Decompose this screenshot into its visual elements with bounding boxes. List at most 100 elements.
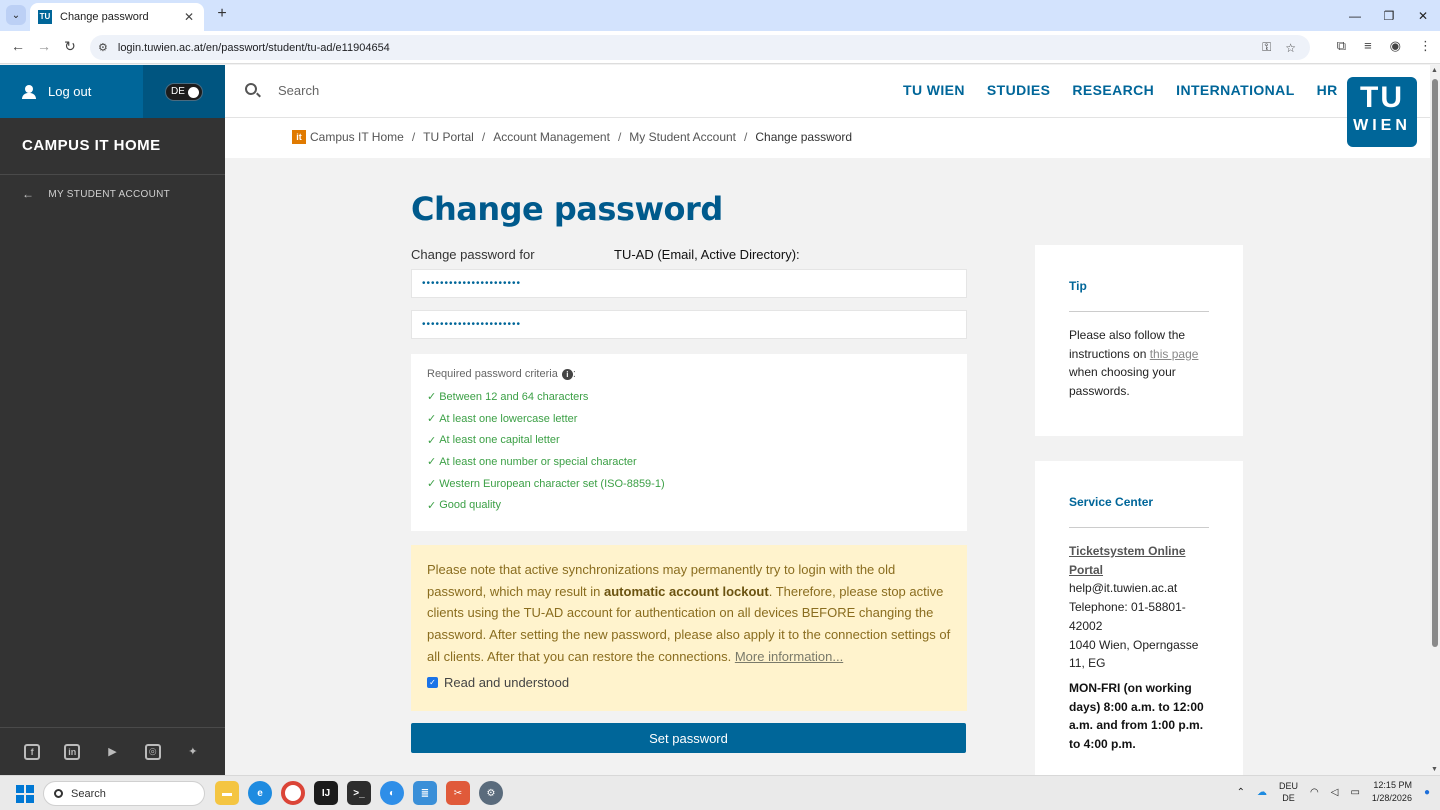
reload-icon[interactable]: ↻ [60,38,80,55]
url-text[interactable]: login.tuwien.ac.at/en/passwort/student/t… [118,42,1262,54]
nav-tu-wien[interactable]: TU WIEN [903,82,965,98]
facebook-icon[interactable]: f [24,743,41,760]
nav-hr[interactable]: HR [1317,82,1338,98]
browser-tab[interactable]: TU Change password ✕ [30,3,204,31]
browser-menu-icon[interactable]: ⋮ [1419,38,1432,54]
battery-icon[interactable]: ▭ [1350,787,1359,798]
scroll-up-icon[interactable]: ▲ [1431,67,1438,74]
onedrive-icon[interactable]: ☁ [1257,787,1267,798]
profile-icon[interactable]: ◉ [1390,38,1401,54]
close-window-icon[interactable]: ✕ [1406,0,1440,31]
scroll-down-icon[interactable]: ▼ [1431,766,1438,773]
breadcrumb-separator: / [411,130,416,144]
tip-title: Tip [1069,279,1087,293]
tip-text: Please also follow the instructions on t… [1069,326,1209,401]
sidebar-title[interactable]: CAMPUS IT HOME [22,137,161,154]
jetbrains-icon[interactable]: IJ [314,781,338,805]
chevron-up-icon[interactable]: ⌃ [1237,787,1245,798]
top-navigation: Search TU WIEN STUDIES RESEARCH INTERNAT… [225,65,1430,147]
breadcrumb-my-student-account[interactable]: My Student Account [629,130,736,144]
site-info-icon[interactable]: ⚙ [98,41,108,54]
language-switch[interactable]: DE [143,65,225,118]
chrome-icon[interactable] [281,781,305,805]
windows-start-icon[interactable] [16,785,34,803]
checkbox-label[interactable]: Read and understood [444,672,569,694]
service-phone: Telephone: 01-58801-42002 [1069,600,1186,633]
page-scrollbar[interactable]: ▲ ▼ [1430,65,1440,775]
taskbar-apps: ▬ e IJ >_ ◐ ≣ ✂ ⚙ [215,781,503,805]
close-tab-icon[interactable]: ✕ [182,10,196,24]
browser-tab-strip: ⌄ TU Change password ✕ + — ❐ ✕ [0,0,1440,31]
notification-bell-icon[interactable]: ● [1424,787,1430,798]
system-tray: ⌃ ☁ DEU DE ◠ ◁ ▭ 12:15 PM 1/28/2026 ● [1237,779,1430,805]
tu-wien-logo[interactable]: TU WIEN [1347,77,1417,147]
notepad-icon[interactable]: ≣ [413,781,437,805]
terminal-icon[interactable]: >_ [347,781,371,805]
minimize-window-icon[interactable]: — [1338,0,1372,31]
restore-window-icon[interactable]: ❐ [1372,0,1406,31]
search-icon[interactable] [245,83,257,95]
info-icon[interactable]: i [561,368,573,380]
new-tab-button[interactable]: + [212,5,232,23]
tip-card: Tip Please also follow the instructions … [1035,245,1243,436]
breadcrumb-account-management[interactable]: Account Management [493,130,610,144]
language-toggle[interactable]: DE [165,82,203,101]
address-bar[interactable]: ⚙ login.tuwien.ac.at/en/passwort/student… [90,35,1310,60]
tip-this-page-link[interactable]: this page [1150,347,1199,361]
new-password-input[interactable]: •••••••••••••••••••••• [411,269,967,298]
criteria-heading: Required password criteria i : [427,368,951,380]
nav-international[interactable]: INTERNATIONAL [1176,82,1295,98]
set-password-button[interactable]: Set password [411,723,966,753]
tab-search-button[interactable]: ⌄ [6,5,26,25]
logo-tu-text: TU [1360,81,1404,114]
read-understood-checkbox[interactable]: ✓ [427,676,438,688]
sidebar-item-my-student-account[interactable]: ← MY STUDENT ACCOUNT [22,187,170,201]
settings-icon[interactable]: ⚙ [479,781,503,805]
edge-icon[interactable]: e [248,781,272,805]
breadcrumb-tu-portal[interactable]: TU Portal [423,130,474,144]
criteria-text: Between 12 and 64 characters [439,390,589,403]
confirm-password-input[interactable]: •••••••••••••••••••••• [411,310,967,339]
media-control-icon[interactable]: ≡ [1364,38,1372,54]
read-understood-row[interactable]: ✓ Read and understood [427,672,951,694]
criteria-item: ✓ Between 12 and 64 characters [427,386,951,408]
tip-text-post: when choosing your passwords. [1069,365,1176,399]
wifi-icon[interactable]: ◠ [1310,787,1319,798]
breadcrumb-campus-it-home[interactable]: Campus IT Home [310,130,404,144]
more-information-link[interactable]: More information... [735,649,843,664]
checkmark-icon: ✓ [427,499,437,512]
forward-icon[interactable]: → [34,38,54,54]
breadcrumb-separator: / [617,130,622,144]
ticketsystem-link[interactable]: Ticketsystem Online Portal [1069,544,1186,577]
bluesky-icon[interactable]: ✦ [185,744,201,760]
tab-title: Change password [60,11,149,23]
instagram-icon[interactable]: ◎ [144,743,161,760]
logout-button[interactable]: Log out [0,65,143,118]
input-language[interactable]: DEU DE [1279,780,1298,804]
bookmark-star-icon[interactable]: ☆ [1285,41,1296,55]
search-input[interactable]: Search [278,83,319,98]
youtube-icon[interactable]: ▶ [104,744,120,760]
linkedin-icon[interactable]: in [64,743,81,760]
back-icon[interactable]: ← [8,38,28,54]
snipping-tool-icon[interactable]: ✂ [446,781,470,805]
password-key-icon[interactable]: ⚿ [1262,40,1271,55]
criteria-item: ✓ At least one lowercase letter [427,408,951,430]
language-top: DEU [1279,781,1299,791]
browser-toolbar: ← → ↻ ⚙ login.tuwien.ac.at/en/passwort/s… [0,31,1440,64]
clock[interactable]: 12:15 PM 1/28/2026 [1372,779,1412,805]
sidebar-item-label: MY STUDENT ACCOUNT [48,188,171,200]
logo-wien-text: WIEN [1353,117,1411,134]
file-explorer-icon[interactable]: ▬ [215,781,239,805]
scroll-thumb[interactable] [1432,79,1438,647]
nav-research[interactable]: RESEARCH [1072,82,1154,98]
card-divider [1069,311,1209,312]
extensions-icon[interactable]: ⧉ [1337,38,1346,54]
breadcrumb-separator: / [481,130,486,144]
taskbar-search[interactable]: Search [43,781,205,806]
nav-studies[interactable]: STUDIES [987,82,1050,98]
app-icon[interactable]: ◐ [380,781,404,805]
service-email[interactable]: help@it.tuwien.ac.at [1069,579,1209,598]
volume-icon[interactable]: ◁ [1331,787,1339,798]
criteria-text: Good quality [439,499,501,512]
